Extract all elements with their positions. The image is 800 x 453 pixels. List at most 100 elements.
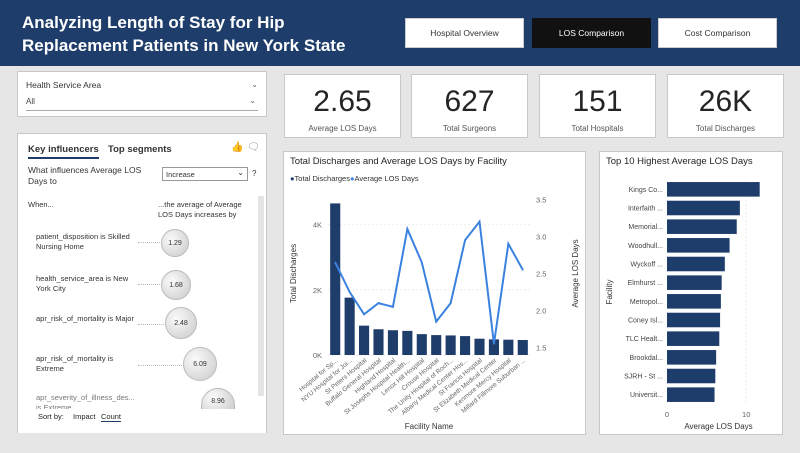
influencer-item[interactable]: apr_risk_of_mortality is Extreme (36, 354, 141, 374)
x-tick-label: 10 (742, 410, 750, 419)
help-icon[interactable]: ? (252, 169, 256, 178)
los-bar (667, 219, 737, 234)
combo-chart-card: Total Discharges and Average LOS Days by… (283, 151, 586, 435)
y-tick-label: TLC Healt... (626, 336, 663, 343)
los-bar (667, 238, 730, 253)
chevron-down-icon[interactable]: ⌄ (251, 80, 258, 89)
los-point (406, 228, 409, 230)
y-tick-label: Metropol... (630, 299, 663, 306)
influence-direction-dropdown[interactable]: Increase ⌄ (162, 167, 248, 181)
tab-key-influencers[interactable]: Key influencers (28, 144, 99, 159)
y-tick-label: Coney Isl... (628, 318, 663, 325)
los-bar (667, 387, 715, 402)
influence-bubble[interactable]: 1.29 (161, 229, 189, 257)
kpi-card-total-surgeons: 627 Total Surgeons (411, 74, 528, 138)
sort-impact-option[interactable]: Impact (73, 412, 96, 421)
tab-top-segments[interactable]: Top segments (108, 144, 172, 155)
los-bar (667, 294, 721, 309)
y-tick-label: 2K (313, 286, 322, 295)
los-point (435, 320, 438, 323)
scrollbar[interactable] (258, 196, 264, 396)
x-tick-label: 0 (665, 410, 669, 419)
health-service-area-slicer[interactable]: Health Service Area ⌄ All ⌄ (17, 71, 267, 117)
los-point (420, 261, 423, 264)
los-point (334, 261, 337, 264)
y-tick-label: Wyckoff ... (631, 262, 664, 269)
comment-icon[interactable]: 🗨 (247, 142, 260, 153)
discharge-bar (387, 330, 398, 355)
los-bar (667, 331, 720, 346)
slicer-label: Health Service Area (26, 80, 102, 90)
los-bar (667, 312, 721, 328)
los-bar (667, 182, 760, 197)
discharge-bar (402, 330, 413, 355)
discharge-bar (460, 336, 471, 355)
los-point (507, 243, 510, 245)
y-axis-title: Total Discharges (289, 244, 298, 303)
sort-count-option[interactable]: Count (101, 412, 122, 422)
discharge-bar (474, 338, 485, 355)
slicer-value: All (26, 97, 35, 106)
y-tick-label: 0K (313, 351, 322, 360)
y-tick-label: Interfaith ... (628, 206, 663, 213)
discharge-bar (503, 339, 514, 355)
los-point (363, 313, 365, 316)
thumbs-up-icon[interactable]: 👍 (231, 142, 243, 153)
hbar-chart[interactable]: Kings Co... Interfaith ... Memorial... Wood… (600, 152, 782, 434)
sort-bar: Sort by: Impact Count (18, 409, 266, 433)
y-tick-label: Woodhull... (628, 243, 663, 250)
los-point (392, 306, 394, 308)
discharge-bar (344, 297, 355, 355)
nav-cost-comparison-button[interactable]: Cost Comparison (658, 18, 777, 48)
y2-tick-label: 3.5 (536, 195, 546, 204)
influencer-item[interactable]: health_service_area is New York City (36, 274, 141, 294)
influencer-question: What influences Average LOS Days to (28, 165, 142, 186)
connector-line (138, 365, 184, 366)
y-tick-label: Elmhurst ... (628, 280, 663, 287)
los-bar (667, 200, 740, 216)
nav-hospital-overview-button[interactable]: Hospital Overview (405, 18, 524, 48)
x-axis-title: Facility Name (405, 422, 454, 431)
influencer-item[interactable]: apr_risk_of_mortality is Major (36, 314, 141, 324)
combo-chart[interactable]: 0K2K4K1.52.02.53.03.5Hospital for Sp...N… (284, 152, 585, 434)
kpi-card-total-hospitals: 151 Total Hospitals (539, 74, 656, 138)
los-bar (667, 350, 717, 365)
y-tick-label: Memorial... (628, 224, 663, 231)
y-tick-label: Universit... (630, 392, 663, 399)
kpi-label: Average LOS Days (308, 124, 377, 133)
los-point (493, 343, 495, 345)
title-line-2: Replacement Patients in New York State (22, 36, 346, 55)
influence-bubble[interactable]: 2.48 (165, 307, 197, 339)
kpi-value: 2.65 (313, 85, 372, 118)
kpi-label: Total Discharges (695, 124, 756, 133)
y2-axis-title: Average LOS Days (571, 239, 580, 307)
kpi-card-avg-los: 2.65 Average LOS Days (284, 74, 401, 138)
los-bar (667, 275, 722, 290)
los-point (449, 302, 452, 304)
los-bar (667, 368, 716, 384)
influence-bubble[interactable]: 1.68 (161, 270, 191, 300)
y-tick-label: 4K (313, 221, 322, 230)
los-bar (667, 256, 725, 272)
kpi-label: Total Surgeons (442, 124, 497, 133)
slicer-dropdown[interactable]: All ⌄ (26, 96, 258, 111)
discharge-bar (330, 203, 341, 355)
header-bar: Analyzing Length of Stay for Hip Replace… (0, 0, 800, 66)
discharge-bar (416, 334, 427, 355)
discharge-bar (373, 329, 384, 355)
discharge-bar (517, 340, 528, 355)
influence-bubble[interactable]: 6.09 (183, 347, 217, 381)
column-effect: ...the average of Average LOS Days incre… (158, 200, 242, 219)
los-point (464, 239, 466, 241)
y-axis-title: Facility (605, 280, 614, 305)
chevron-down-icon: ⌄ (249, 96, 256, 105)
y2-tick-label: 2.5 (536, 270, 546, 279)
kpi-card-total-discharges: 26K Total Discharges (667, 74, 784, 138)
nav-los-comparison-button[interactable]: LOS Comparison (532, 18, 651, 48)
key-influencers-panel: Key influencers Top segments 👍 🗨 What in… (17, 133, 267, 433)
y-tick-label: Kings Co... (629, 187, 663, 194)
page-title: Analyzing Length of Stay for Hip Replace… (22, 11, 382, 57)
influencer-item[interactable]: patient_disposition is Skilled Nursing H… (36, 232, 141, 252)
discharge-bar (359, 325, 370, 355)
y-tick-label: Brookdal... (630, 355, 664, 362)
